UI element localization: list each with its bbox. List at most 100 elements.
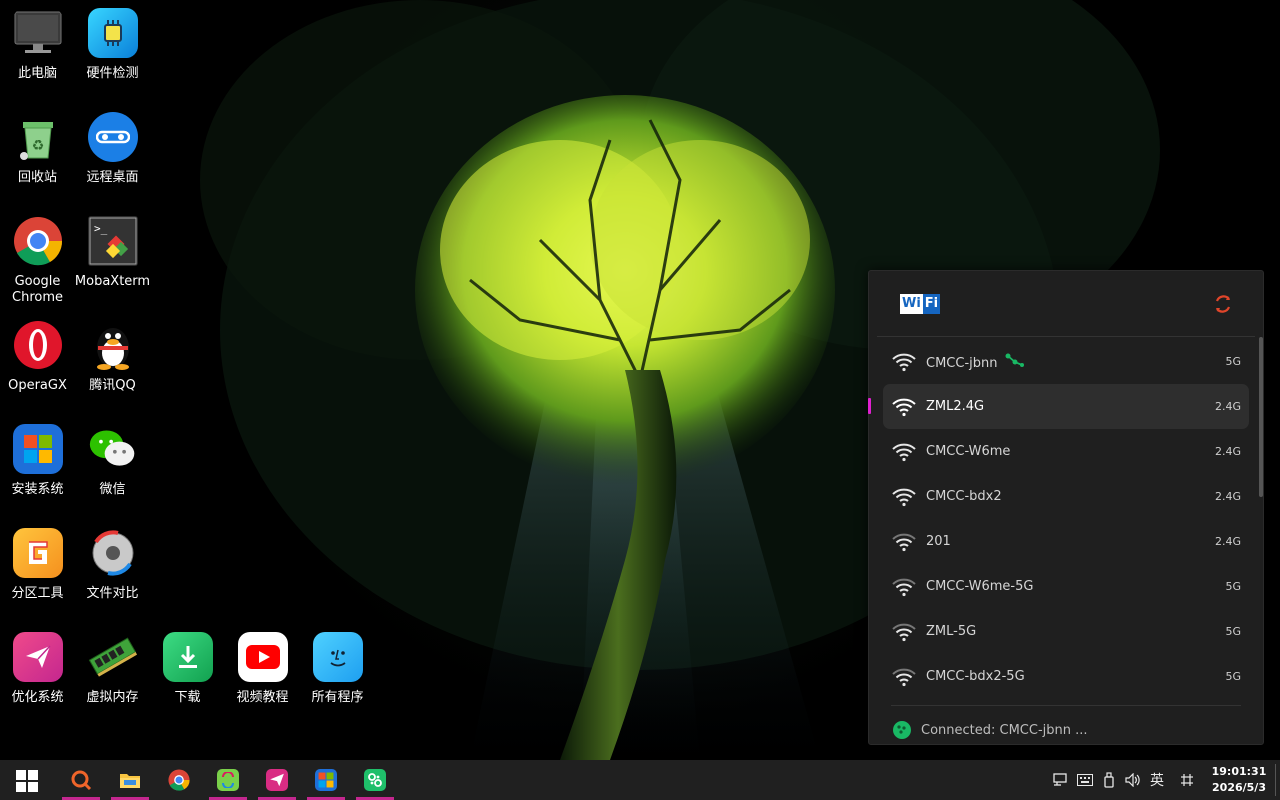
start-icon[interactable]	[16, 770, 38, 792]
desktop-icon-mobaxterm[interactable]: >_ MobaXterm	[75, 216, 150, 316]
icon-label: 虚拟内存	[86, 690, 139, 705]
scrollbar-thumb[interactable]	[1259, 337, 1263, 497]
icon-label: 微信	[99, 482, 126, 497]
taskbar-clock[interactable]: 19:01:31 2026/5/3	[1205, 764, 1273, 796]
network-item[interactable]: ZML-5G 5G	[883, 609, 1249, 654]
search-tool-icon	[70, 769, 92, 791]
icon-label: Google Chrome	[12, 274, 63, 305]
taskbar-app-installer[interactable]	[307, 760, 345, 800]
connected-status-icon	[893, 721, 911, 739]
desktop-icon-optimize-system[interactable]: 优化系统	[0, 632, 75, 732]
desktop-icon-recycle-bin[interactable]: ♻ 回收站	[0, 112, 75, 212]
network-item[interactable]: CMCC-bdx2-5G 5G	[883, 654, 1249, 699]
network-ssid: ZML-5G	[926, 624, 977, 639]
network-band: 2.4G	[1214, 490, 1241, 503]
taskbar-app-optimize[interactable]	[258, 760, 296, 800]
desktop-icon-this-pc[interactable]: 此电脑	[0, 8, 75, 108]
opera-icon	[13, 320, 63, 370]
refresh-icon[interactable]	[1213, 294, 1233, 314]
icon-label: 此电脑	[17, 66, 57, 81]
windows-install-icon	[12, 424, 63, 474]
ime-grid-icon[interactable]	[1178, 771, 1196, 789]
taskbar-app-file-explorer[interactable]	[111, 760, 149, 800]
taskbar-app-search-tool[interactable]	[62, 760, 100, 800]
wechat-icon	[88, 424, 138, 474]
monitor-icon	[13, 8, 63, 58]
connection-status-text: Connected: CMCC-jbnn ...	[921, 722, 1088, 738]
input-method-indicator[interactable]: 英	[1148, 771, 1166, 789]
terminal-icon: >_	[87, 216, 138, 266]
network-item-selected[interactable]: ZML2.4G 2.4G	[868, 384, 1249, 429]
telegram-icon	[266, 769, 288, 791]
icon-label: 优化系统	[11, 690, 64, 705]
network-ssid: 201	[926, 534, 951, 549]
desktop-icon-partition-tool[interactable]: 分区工具	[0, 528, 75, 628]
desktop-icon-wechat[interactable]: 微信	[75, 424, 150, 524]
network-ssid: CMCC-bdx2-5G	[926, 669, 1025, 684]
chip-icon	[87, 8, 138, 58]
wifi-signal-icon	[892, 668, 916, 686]
remote-desktop-icon	[87, 112, 138, 162]
partition-icon	[12, 528, 63, 578]
desktop-icon-download[interactable]: 下载	[150, 632, 225, 732]
network-ssid: CMCC-W6me	[926, 444, 1011, 459]
qq-penguin-icon	[88, 320, 138, 370]
network-item[interactable]: CMCC-W6me 2.4G	[883, 429, 1249, 474]
network-item[interactable]: 201 2.4G	[883, 519, 1249, 564]
selection-indicator	[868, 398, 871, 414]
usb-drive-icon[interactable]	[1100, 771, 1118, 789]
wifi-status-bar: Connected: CMCC-jbnn ...	[869, 706, 1263, 754]
desktop-icon-virtual-memory[interactable]: 虚拟内存	[75, 632, 150, 732]
network-ssid: ZML2.4G	[926, 399, 985, 414]
chrome-icon	[168, 769, 190, 791]
show-desktop-button[interactable]	[1275, 764, 1276, 796]
network-band: 2.4G	[1214, 445, 1241, 458]
icon-label: 分区工具	[11, 586, 64, 601]
taskbar: 英 19:01:31 2026/5/3	[0, 760, 1280, 800]
desktop-icon-remote-desktop[interactable]: 远程桌面	[75, 112, 150, 212]
icon-label: 回收站	[17, 170, 57, 185]
network-icon[interactable]	[1052, 771, 1070, 789]
wifi-signal-icon	[892, 623, 916, 641]
wifi-signal-icon	[892, 578, 916, 596]
file-explorer-icon	[119, 769, 141, 791]
network-ssid: CMCC-jbnn	[926, 353, 1225, 371]
desktop-icon-hardware-check[interactable]: 硬件检测	[75, 8, 150, 108]
icon-label: 硬件检测	[86, 66, 139, 81]
taskbar-app-settings[interactable]	[356, 760, 394, 800]
svg-text:♻: ♻	[31, 138, 44, 154]
wifi-logo-fi: Fi	[922, 293, 941, 314]
network-item[interactable]: CMCC-W6me-5G 5G	[883, 564, 1249, 609]
network-item[interactable]: CMCC-jbnn 5G	[883, 339, 1249, 384]
desktop-icon-all-programs[interactable]: 所有程序	[300, 632, 375, 732]
network-band: 5G	[1225, 625, 1241, 638]
system-tray: 英	[1052, 760, 1196, 800]
keyboard-icon[interactable]	[1076, 771, 1094, 789]
memory-stick-icon	[88, 632, 138, 682]
taskbar-app-chrome[interactable]	[160, 760, 198, 800]
desktop-icon-operagx[interactable]: OperaGX	[0, 320, 75, 420]
app-switch-icon	[217, 769, 239, 791]
wifi-signal-icon	[892, 353, 916, 371]
wifi-logo-wi: Wi	[900, 293, 923, 314]
video-play-icon	[237, 632, 288, 682]
wifi-panel-header: Wi Fi	[877, 271, 1255, 337]
settings-icon	[364, 769, 386, 791]
wifi-signal-icon	[892, 533, 916, 551]
connected-link-icon	[1005, 353, 1025, 367]
network-band: 5G	[1225, 580, 1241, 593]
desktop-icon-qq[interactable]: 腾讯QQ	[75, 320, 150, 420]
desktop-icon-file-compare[interactable]: 文件对比	[75, 528, 150, 628]
desktop-icon-chrome[interactable]: Google Chrome	[0, 216, 75, 316]
desktop-icon-install-system[interactable]: 安装系统	[0, 424, 75, 524]
taskbar-app-switcher[interactable]	[209, 760, 247, 800]
icon-label: 所有程序	[311, 690, 364, 705]
icon-label: 视频教程	[236, 690, 289, 705]
volume-icon[interactable]	[1124, 771, 1142, 789]
download-icon	[162, 632, 213, 682]
wifi-panel: Wi Fi CMCC-jbnn 5G ZML2.4G 2.4G CMCC-W6me…	[868, 270, 1264, 745]
finder-face-icon	[312, 632, 363, 682]
icon-label: 安装系统	[11, 482, 64, 497]
network-item[interactable]: CMCC-bdx2 2.4G	[883, 474, 1249, 519]
desktop-icon-video-tutorial[interactable]: 视频教程	[225, 632, 300, 732]
